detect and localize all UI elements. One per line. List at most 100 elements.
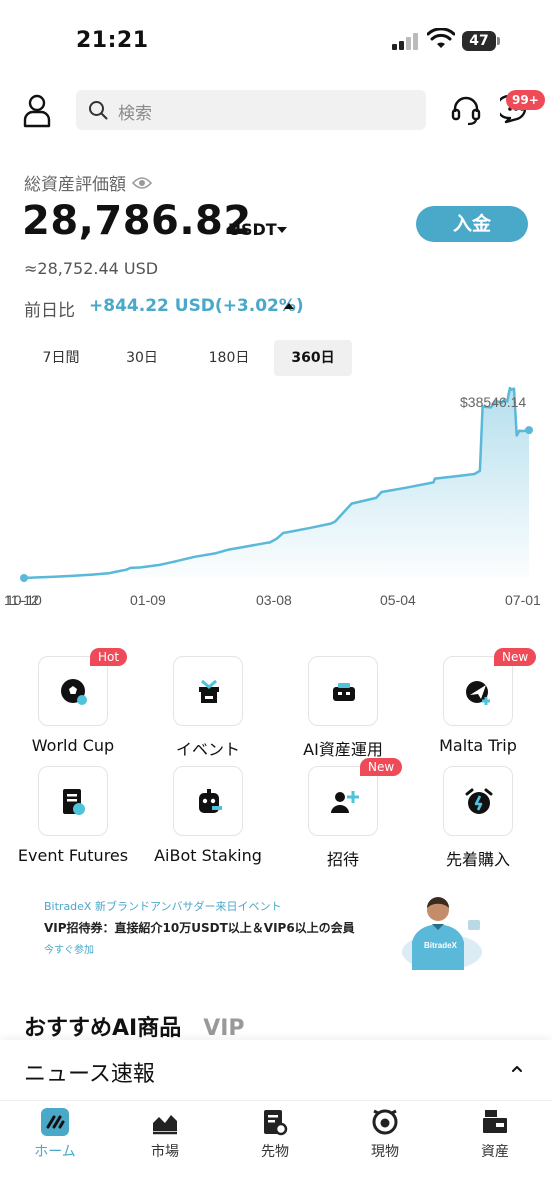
wallet-icon	[483, 1110, 507, 1133]
feature-icon-box	[308, 656, 378, 726]
spot-icon	[372, 1109, 398, 1135]
robot-icon	[333, 683, 355, 701]
deposit-button[interactable]: 入金	[416, 206, 528, 242]
news-title: ニュース速報	[24, 1062, 155, 1087]
nav-home[interactable]: ホーム	[0, 1105, 110, 1165]
search-input[interactable]: 検索	[76, 90, 426, 130]
feature-icon-box	[38, 656, 108, 726]
caret-down-icon[interactable]	[277, 227, 287, 233]
feature-icon-box	[308, 766, 378, 836]
currency-selector[interactable]: USDT	[228, 220, 277, 239]
chart-peak-label: $38546.14	[460, 394, 526, 410]
feature-world-cup[interactable]: World Cup Hot	[4, 648, 142, 760]
x-tick-label: 07-01	[505, 592, 541, 608]
search-icon	[89, 101, 108, 120]
chart-area	[24, 388, 529, 578]
feature-invite[interactable]: 招待 New	[274, 758, 412, 870]
feature-icon-box	[443, 656, 513, 726]
market-icon	[153, 1115, 177, 1135]
banner-cta-link[interactable]: 今すぐ参加	[44, 941, 94, 956]
feature-event-futures[interactable]: Event Futures	[4, 760, 142, 870]
feature-icon-box	[173, 766, 243, 836]
search-placeholder: 検索	[118, 104, 152, 124]
feature-malta-trip[interactable]: Malta Trip New	[409, 648, 547, 760]
nav-futures[interactable]: 先物	[220, 1105, 330, 1165]
futures-icon	[264, 1110, 288, 1136]
news-bar[interactable]: ニュース速報	[0, 1040, 552, 1100]
asset-label-row: 総資産評価額	[24, 170, 152, 195]
feature-label: World Cup	[31, 736, 115, 755]
feature-icon-box	[443, 766, 513, 836]
x-tick-label: 01-09	[130, 592, 166, 608]
feature-label: イベント	[175, 740, 240, 759]
document-icon	[63, 789, 85, 815]
bottom-nav: ホーム 市場 先物 現物 資産	[0, 1100, 552, 1200]
status-bar: 21:21 47	[0, 0, 552, 80]
x-tick-label: 05-04	[380, 592, 416, 608]
promo-banner[interactable]: BitradeX 新ブランドアンバサダー来日イベント VIP招待券：直接紹介10…	[22, 886, 530, 974]
feature-icon-box	[38, 766, 108, 836]
feature-ai-asset[interactable]: AI資産運用	[274, 650, 412, 760]
cellular-signal-icon	[392, 32, 420, 50]
wifi-icon	[427, 28, 455, 48]
x-tick-label: 03-08	[256, 592, 292, 608]
period-tabs: 7日間 30日 180日 360日	[22, 340, 352, 376]
banner-title: VIP招待券：直接紹介10万USDT以上＆VIP6以上の会員	[44, 921, 355, 935]
feature-aibot-staking[interactable]: AiBot Staking	[139, 760, 277, 870]
feature-label: AiBot Staking	[154, 846, 262, 865]
caret-up-icon[interactable]	[284, 303, 294, 309]
notification-badge: 99+	[506, 90, 545, 110]
nav-label: 資産	[481, 1144, 509, 1160]
jersey-text: BitradeX	[424, 941, 458, 950]
profile-icon[interactable]	[22, 94, 52, 128]
day-change-value: +844.22 USD(+3.02%)	[89, 296, 304, 316]
feature-label: Malta Trip	[439, 736, 517, 755]
battery-icon: 47	[462, 31, 500, 51]
ambassador-image: BitradeX	[402, 897, 482, 970]
tab-7d[interactable]: 7日間	[22, 340, 100, 376]
eye-icon[interactable]	[132, 176, 152, 190]
banner-subtitle: BitradeX 新ブランドアンバサダー来日イベント	[44, 900, 282, 913]
invite-user-icon	[331, 791, 359, 813]
feature-label: AI資産運用	[303, 740, 383, 759]
nav-assets[interactable]: 資産	[440, 1105, 550, 1165]
x-tick-label: 10-10	[6, 592, 42, 608]
headset-icon[interactable]	[450, 94, 482, 126]
nav-label: 現物	[371, 1144, 399, 1160]
tab-vip[interactable]: VIP	[203, 1016, 244, 1041]
chevron-up-icon[interactable]	[510, 1062, 524, 1076]
home-icon	[41, 1108, 69, 1136]
nav-label: ホーム	[34, 1144, 76, 1160]
asset-chart: $38546.14 11-1210-10 01-09 03-08 05-04 07-01	[4, 386, 541, 608]
feature-label: 先着購入	[445, 850, 510, 869]
tab-30d[interactable]: 30日	[100, 340, 184, 376]
soccer-ball-icon	[61, 679, 87, 705]
gift-icon	[199, 679, 219, 703]
feature-icon-box	[173, 656, 243, 726]
nav-label: 市場	[151, 1144, 179, 1160]
nav-spot[interactable]: 現物	[330, 1105, 440, 1165]
tab-360d[interactable]: 360日	[274, 340, 352, 376]
new-badge: New	[494, 648, 537, 666]
feature-first-come[interactable]: 先着購入	[409, 760, 547, 870]
tab-180d[interactable]: 180日	[184, 340, 274, 376]
chart-end-point	[525, 426, 533, 435]
total-assets-amount: 28,786.82	[22, 198, 252, 244]
nav-market[interactable]: 市場	[110, 1105, 220, 1165]
chart-start-point	[20, 574, 28, 582]
total-assets-label: 総資産評価額	[24, 175, 126, 195]
header: 検索 99+	[0, 84, 552, 140]
hot-badge: Hot	[90, 648, 128, 666]
feature-label: 招待	[326, 850, 359, 869]
bot-icon	[199, 789, 222, 813]
new-badge: New	[360, 758, 403, 776]
nav-label: 先物	[261, 1144, 289, 1160]
plane-icon	[466, 681, 490, 705]
alarm-clock-icon	[465, 788, 493, 814]
usd-equivalent: ≈28,752.44 USD	[24, 259, 159, 278]
feature-event[interactable]: イベント	[139, 650, 277, 760]
recommend-tabs: おすすめAI商品 VIP	[24, 1010, 245, 1042]
day-change-label: 前日比	[24, 301, 75, 321]
status-time: 21:21	[76, 28, 149, 53]
tab-recommended-ai[interactable]: おすすめAI商品	[24, 1010, 181, 1042]
